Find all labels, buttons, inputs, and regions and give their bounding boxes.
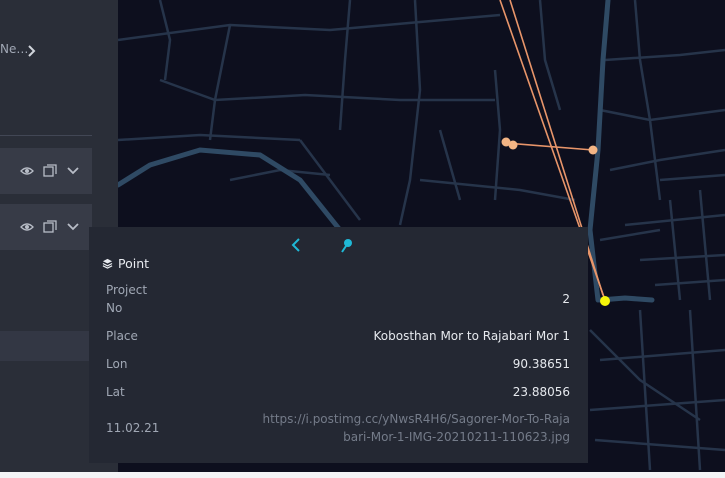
chevron-right-icon[interactable] xyxy=(25,44,37,58)
pin-icon[interactable] xyxy=(340,237,354,253)
copy-icon[interactable] xyxy=(43,164,57,178)
eye-icon[interactable] xyxy=(20,164,34,178)
chevron-down-icon[interactable] xyxy=(66,164,80,178)
field-label: Place xyxy=(106,329,138,343)
field-label: 11.02.21 xyxy=(106,421,160,435)
chevron-left-icon[interactable] xyxy=(289,237,303,253)
field-value: 23.88056 xyxy=(512,385,570,399)
field-label: Lon xyxy=(106,357,128,371)
field-label: Project No xyxy=(106,283,148,315)
layers-icon xyxy=(102,258,113,269)
tooltip-title: Point xyxy=(118,255,150,271)
bottom-bar xyxy=(0,472,725,478)
tooltip-header: Point xyxy=(102,255,149,271)
copy-icon[interactable] xyxy=(43,220,57,234)
field-value: Kobosthan Mor to Rajabari Mor 1 xyxy=(373,329,570,343)
field-value: 90.38651 xyxy=(512,357,570,371)
field-label: Lat xyxy=(106,385,125,399)
layer-row[interactable] xyxy=(0,148,92,194)
layer-row[interactable] xyxy=(0,204,92,250)
chevron-down-icon[interactable] xyxy=(66,220,80,234)
eye-icon[interactable] xyxy=(20,220,34,234)
divider xyxy=(0,135,92,136)
image-link[interactable]: https://i.postimg.cc/yNwsR4H6/Sagorer-Mo… xyxy=(260,410,570,446)
feature-tooltip: Point Project No 2 Place Kobosthan Mor t… xyxy=(89,227,588,463)
panel-strip xyxy=(0,331,92,361)
selected-point xyxy=(600,296,610,306)
field-value: 2 xyxy=(562,292,570,306)
